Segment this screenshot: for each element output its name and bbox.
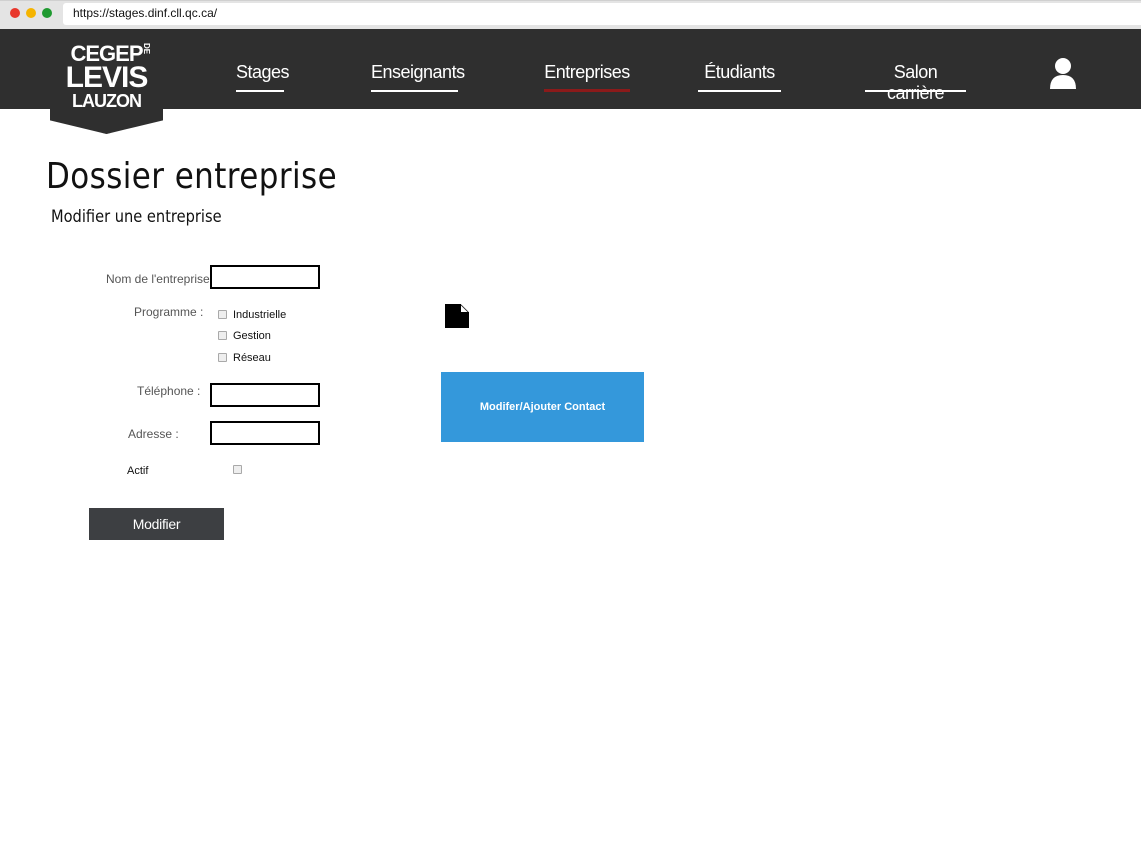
cegep-logo[interactable]: CEGEP DE LEVIS LAUZON (50, 29, 163, 134)
maximize-window-icon[interactable] (42, 8, 52, 18)
browser-chrome: https://stages.dinf.cll.qc.ca/ (0, 0, 1141, 30)
programme-industrielle-checkbox[interactable] (218, 310, 227, 319)
logo-text-lauzon: LAUZON (72, 91, 142, 111)
page-subtitle: Modifier une entreprise (51, 207, 222, 227)
actif-label: Actif (127, 465, 149, 477)
nav-underline (371, 90, 458, 92)
user-icon[interactable] (1048, 56, 1078, 90)
nav-item-label: Salon carrière (886, 62, 945, 103)
programme-reseau-label: Réseau (233, 352, 271, 364)
nav-underline (698, 90, 781, 92)
nav-item-label: Étudiants (704, 62, 775, 82)
nav-item-stages[interactable]: Stages (236, 62, 290, 92)
nav-item-salon-carriere[interactable]: Salon carrière (865, 62, 966, 103)
document-icon[interactable] (445, 304, 469, 328)
logo-text-levis: LEVIS (65, 61, 149, 94)
programme-label: Programme : (134, 305, 204, 319)
nav-underline (865, 90, 966, 92)
nav-item-enseignants[interactable]: Enseignants (371, 62, 465, 92)
programme-gestion-checkbox[interactable] (218, 331, 227, 340)
address-label: Adresse : (128, 427, 179, 441)
nav-item-etudiants[interactable]: Étudiants (698, 62, 781, 92)
programme-reseau-checkbox[interactable] (218, 353, 227, 362)
nav-underline-active (544, 89, 630, 92)
nav-underline (236, 90, 284, 92)
nav-item-label: Entreprises (544, 62, 630, 82)
address-input[interactable] (210, 421, 320, 445)
minimize-window-icon[interactable] (26, 8, 36, 18)
phone-input[interactable] (210, 383, 320, 407)
actif-checkbox[interactable] (233, 465, 242, 474)
phone-label: Téléphone : (137, 384, 201, 398)
nav-item-label: Enseignants (371, 62, 465, 82)
close-window-icon[interactable] (10, 8, 20, 18)
logo-text-de: DE (142, 43, 151, 55)
programme-industrielle-label: Industrielle (233, 309, 287, 321)
nav-item-entreprises[interactable]: Entreprises (544, 62, 630, 92)
page-title: Dossier entreprise (46, 156, 338, 197)
modifier-button[interactable]: Modifier (89, 508, 224, 540)
company-name-input[interactable] (210, 265, 320, 289)
add-contact-button[interactable]: Modifer/Ajouter Contact (441, 372, 644, 442)
nav-item-label: Stages (236, 62, 290, 82)
company-name-label: Nom de l'entreprise : (106, 272, 217, 286)
programme-gestion-label: Gestion (233, 330, 271, 342)
address-bar[interactable]: https://stages.dinf.cll.qc.ca/ (63, 3, 1141, 25)
